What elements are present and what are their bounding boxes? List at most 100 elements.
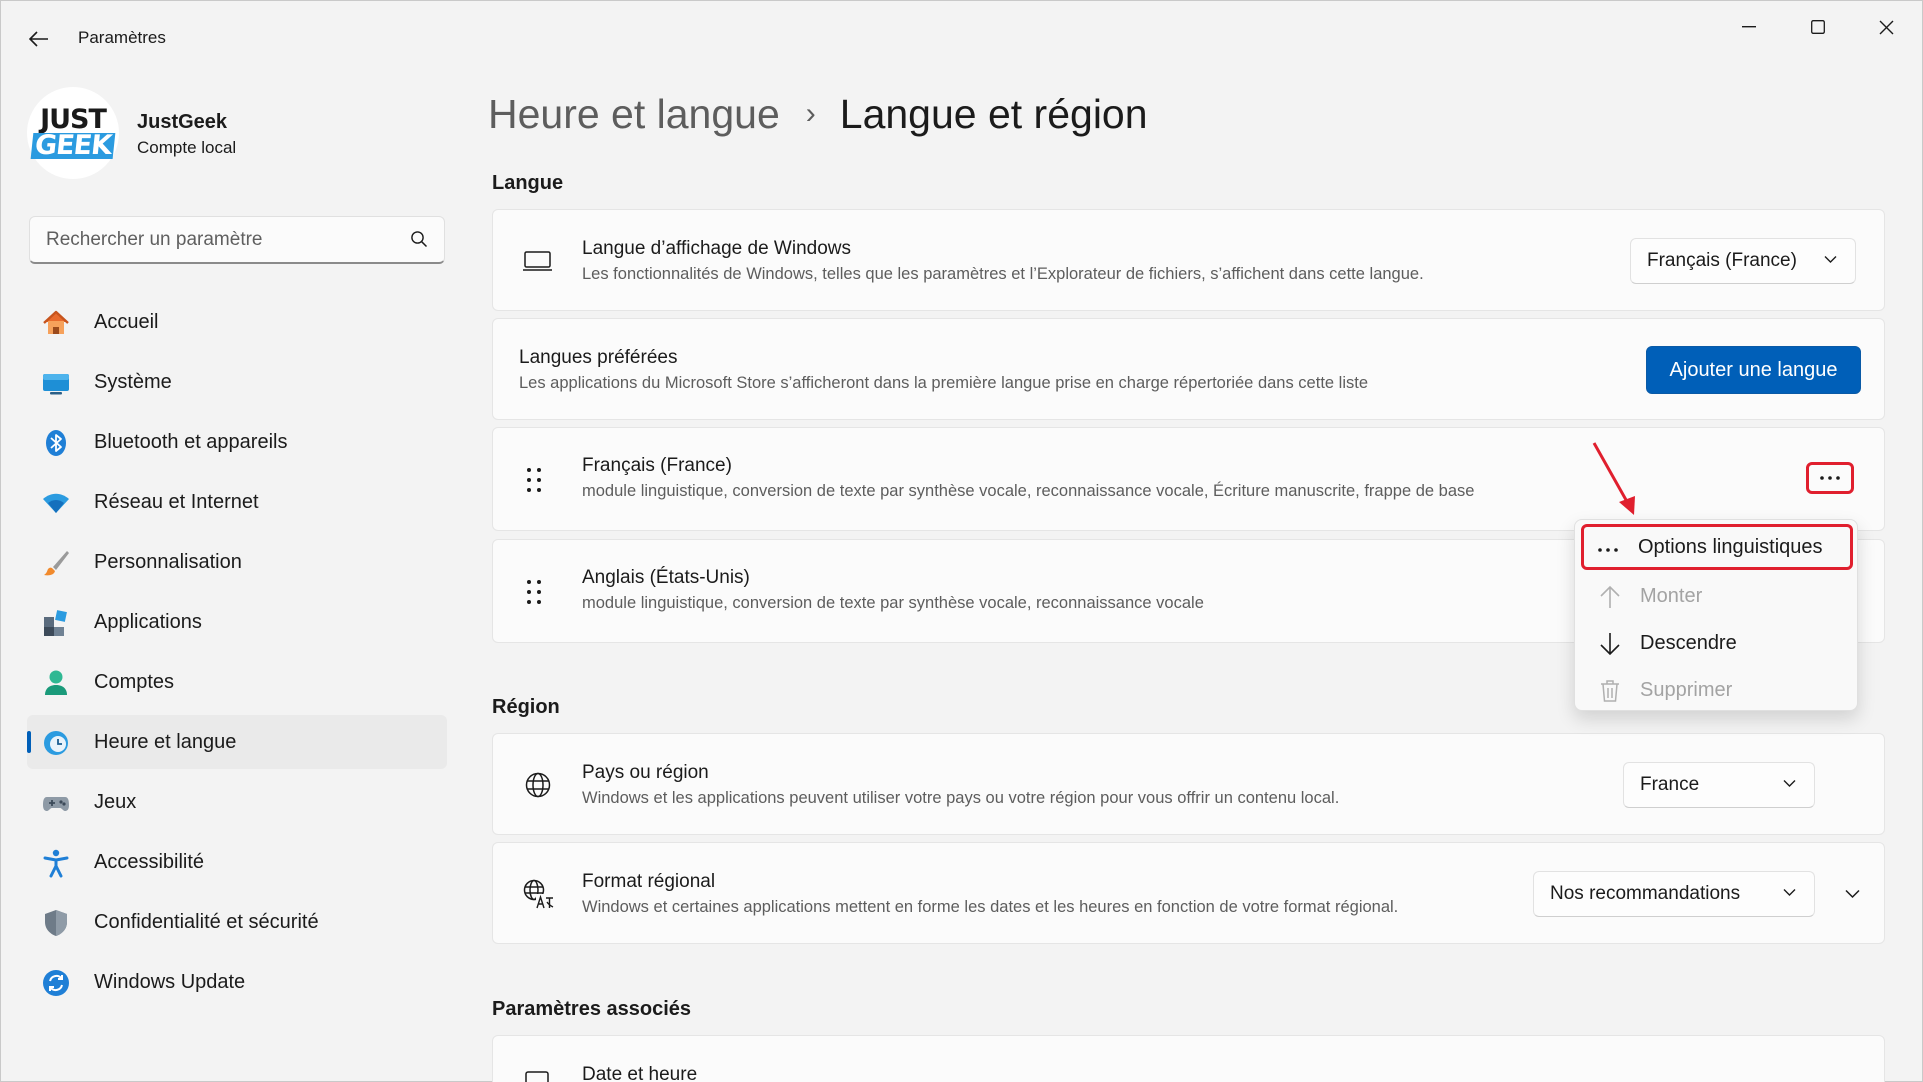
shield-icon bbox=[41, 908, 71, 938]
sidebar-item-confidentialite[interactable]: Confidentialité et sécurité bbox=[27, 895, 447, 949]
menu-item-supprimer[interactable]: Supprimer bbox=[1583, 668, 1851, 712]
regional-format-dropdown[interactable]: Nos recommandations bbox=[1533, 871, 1815, 917]
more-icon bbox=[1595, 537, 1621, 563]
sidebar-item-comptes[interactable]: Comptes bbox=[27, 655, 447, 709]
annotation-arrow bbox=[1592, 442, 1635, 515]
sidebar-item-label: Comptes bbox=[94, 670, 175, 693]
search-input[interactable] bbox=[30, 217, 444, 262]
avatar-text-line2: GEEK bbox=[30, 130, 116, 161]
sidebar-item-label: Heure et langue bbox=[94, 730, 237, 753]
sidebar-item-label: Accueil bbox=[94, 310, 159, 333]
add-language-button[interactable]: Ajouter une langue bbox=[1646, 346, 1861, 394]
breadcrumb-chevron-icon: › bbox=[805, 97, 816, 130]
sidebar-item-personnalisation[interactable]: Personnalisation bbox=[27, 535, 447, 589]
breadcrumb-parent[interactable]: Heure et langue bbox=[488, 91, 780, 138]
calendar-clock-icon bbox=[520, 1064, 556, 1082]
more-options-button[interactable] bbox=[1806, 462, 1854, 494]
country-region-card: Pays ou région Windows et les applicatio… bbox=[492, 733, 1885, 835]
wifi-icon bbox=[41, 488, 71, 518]
sidebar-item-applications[interactable]: Applications bbox=[27, 595, 447, 649]
drag-handle-icon[interactable] bbox=[523, 576, 547, 612]
section-title-langue: Langue bbox=[492, 172, 564, 194]
sidebar-item-label: Réseau et Internet bbox=[94, 490, 259, 513]
update-icon bbox=[41, 968, 71, 998]
arrow-down-icon bbox=[1597, 631, 1623, 657]
dropdown-value: Nos recommandations bbox=[1550, 883, 1741, 904]
card-description: Les fonctionnalités de Windows, telles q… bbox=[582, 265, 1424, 283]
language-context-menu: Options linguistiques Monter Descendre S… bbox=[1574, 519, 1858, 711]
bluetooth-icon bbox=[41, 428, 71, 458]
menu-item-descendre[interactable]: Descendre bbox=[1583, 621, 1851, 665]
settings-window: Paramètres JUST GEEK JustGeek Compte loc… bbox=[0, 0, 1923, 1082]
menu-item-label: Monter bbox=[1640, 584, 1703, 607]
related-date-time-card[interactable]: Date et heure bbox=[492, 1035, 1885, 1082]
language-name: Français (France) bbox=[582, 455, 732, 476]
sidebar-item-label: Jeux bbox=[94, 790, 137, 813]
close-icon bbox=[1879, 20, 1893, 34]
card-description: Les applications du Microsoft Store s’af… bbox=[519, 374, 1369, 392]
sidebar-item-heure-et-langue[interactable]: Heure et langue bbox=[27, 715, 447, 769]
chevron-down-icon bbox=[1824, 256, 1837, 263]
back-button[interactable] bbox=[19, 19, 59, 59]
menu-item-label: Options linguistiques bbox=[1638, 535, 1823, 558]
maximize-icon bbox=[1811, 20, 1825, 34]
user-profile[interactable]: JUST GEEK JustGeek Compte local bbox=[27, 87, 447, 183]
apps-icon bbox=[41, 608, 71, 638]
card-title: Langue d’affichage de Windows bbox=[582, 238, 852, 259]
menu-item-monter[interactable]: Monter bbox=[1583, 574, 1851, 618]
page-title: Langue et région bbox=[839, 90, 1148, 137]
person-icon bbox=[41, 668, 71, 698]
sidebar-item-label: Confidentialité et sécurité bbox=[94, 910, 319, 933]
globe-format-icon bbox=[520, 876, 556, 912]
section-title-related: Paramètres associés bbox=[492, 998, 692, 1020]
expand-chevron-icon[interactable] bbox=[1845, 889, 1860, 899]
avatar: JUST GEEK bbox=[27, 87, 119, 179]
card-title: Date et heure bbox=[582, 1064, 698, 1082]
sidebar-item-label: Accessibilité bbox=[94, 850, 205, 873]
minimize-icon bbox=[1742, 26, 1756, 28]
sidebar-item-bluetooth[interactable]: Bluetooth et appareils bbox=[27, 415, 447, 469]
home-icon bbox=[41, 308, 71, 338]
country-dropdown[interactable]: France bbox=[1623, 762, 1815, 808]
drag-handle-icon[interactable] bbox=[523, 464, 547, 500]
dropdown-value: France bbox=[1640, 774, 1700, 795]
menu-item-options-linguistiques[interactable]: Options linguistiques bbox=[1581, 524, 1853, 570]
close-button[interactable] bbox=[1852, 5, 1920, 49]
gamepad-icon bbox=[41, 788, 71, 818]
accessibility-icon bbox=[41, 848, 71, 878]
search-icon[interactable] bbox=[410, 230, 428, 248]
minimize-button[interactable] bbox=[1715, 5, 1783, 49]
arrow-up-icon bbox=[1597, 584, 1623, 610]
maximize-button[interactable] bbox=[1784, 5, 1852, 49]
language-item-francais[interactable]: Français (France) module linguistique, c… bbox=[492, 427, 1885, 531]
language-name: Anglais (États-Unis) bbox=[582, 567, 750, 588]
card-title: Langues préférées bbox=[519, 347, 678, 368]
profile-account-type: Compte local bbox=[137, 138, 237, 157]
language-features: module linguistique, conversion de texte… bbox=[582, 594, 1204, 612]
display-language-card: Langue d’affichage de Windows Les foncti… bbox=[492, 209, 1885, 311]
sidebar-item-label: Système bbox=[94, 370, 172, 393]
card-description: Windows et les applications peuvent util… bbox=[582, 789, 1340, 807]
sidebar-item-jeux[interactable]: Jeux bbox=[27, 775, 447, 829]
menu-item-label: Descendre bbox=[1640, 631, 1737, 654]
regional-format-card[interactable]: Format régional Windows et certaines app… bbox=[492, 842, 1885, 944]
sidebar-nav: Accueil Système Bluetooth et appareils R… bbox=[27, 295, 447, 1015]
sidebar-item-accueil[interactable]: Accueil bbox=[27, 295, 447, 349]
card-description: Windows et certaines applications metten… bbox=[582, 898, 1399, 916]
card-title: Pays ou région bbox=[582, 762, 709, 783]
title-bar: Paramètres bbox=[1, 1, 1922, 75]
sidebar-item-label: Personnalisation bbox=[94, 550, 242, 573]
breadcrumb: Heure et langue › Langue et région bbox=[488, 89, 1148, 139]
more-icon bbox=[1820, 476, 1840, 480]
chevron-down-icon bbox=[1783, 780, 1796, 787]
display-language-dropdown[interactable]: Français (France) bbox=[1630, 238, 1856, 284]
trash-icon bbox=[1597, 678, 1623, 704]
sidebar-item-systeme[interactable]: Système bbox=[27, 355, 447, 409]
sidebar-item-accessibilite[interactable]: Accessibilité bbox=[27, 835, 447, 889]
sidebar-item-reseau[interactable]: Réseau et Internet bbox=[27, 475, 447, 529]
sidebar-item-label: Windows Update bbox=[94, 970, 246, 993]
sidebar-item-windows-update[interactable]: Windows Update bbox=[27, 955, 447, 1009]
search-box bbox=[29, 216, 445, 264]
system-icon bbox=[41, 368, 71, 398]
sidebar-item-label: Bluetooth et appareils bbox=[94, 430, 288, 453]
